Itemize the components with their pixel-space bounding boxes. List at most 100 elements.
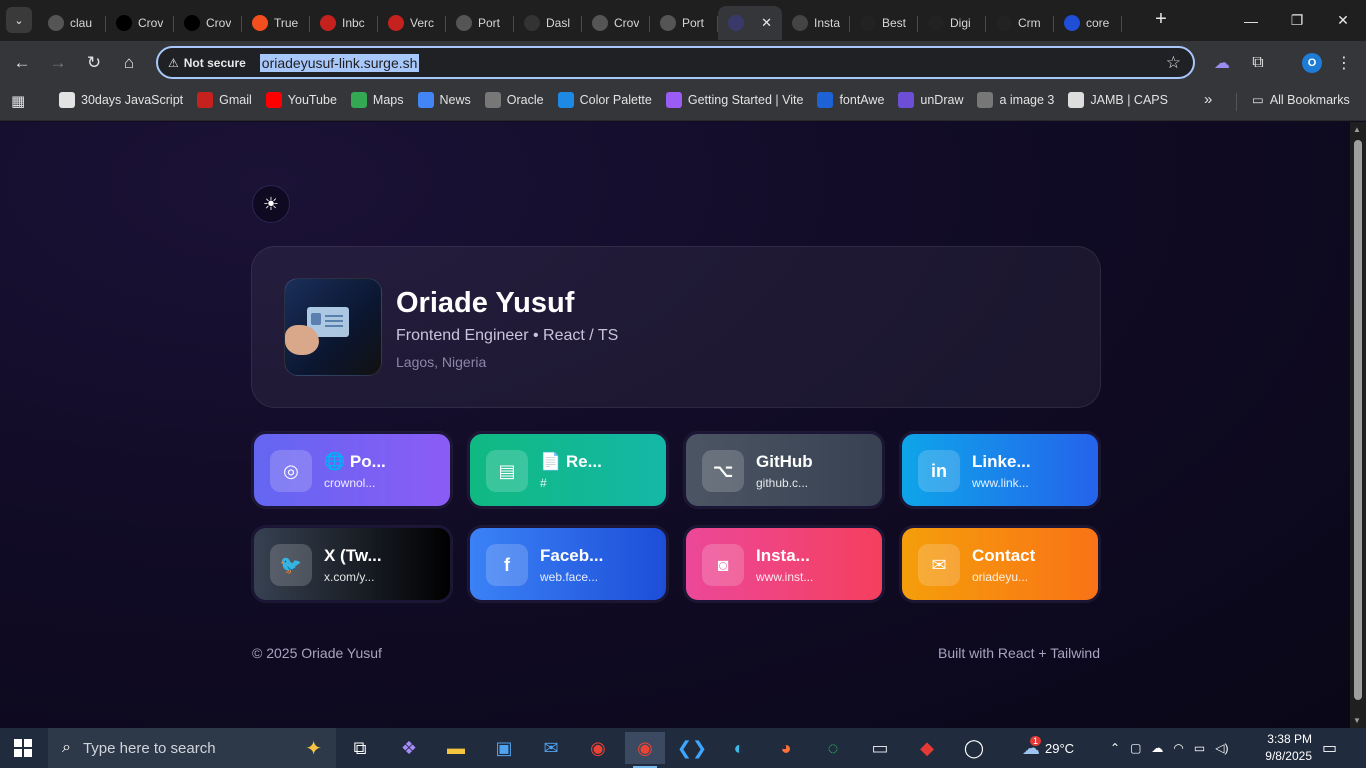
profile-card: Oriade Yusuf Frontend Engineer • React /… [251, 246, 1101, 408]
copilot-sparkle-icon[interactable]: ✦ [305, 736, 322, 761]
bookmark-item[interactable]: News [417, 92, 471, 108]
vscode-icon[interactable]: ❮❯ [672, 732, 712, 764]
tab-title: True [274, 15, 299, 30]
notification-icon[interactable]: ▭ [1322, 738, 1337, 758]
browser-tab[interactable]: Port [650, 6, 718, 40]
reload-button[interactable]: ↻ [81, 50, 107, 76]
link-card[interactable]: ▤ 📄 Re... # [468, 432, 668, 508]
taskbar-search[interactable]: ⌕ Type here to search ✦ [48, 728, 336, 768]
theme-toggle-button[interactable]: ☀ [252, 185, 290, 223]
bookmark-star-icon[interactable]: ☆ [1166, 53, 1181, 73]
link-card[interactable]: ◎ 🌐 Po... crownol... [252, 432, 452, 508]
bookmark-label: Oracle [506, 93, 544, 107]
bookmark-item[interactable]: YouTube [265, 92, 337, 108]
new-tab-button[interactable]: + [1152, 9, 1170, 31]
chrome-icon[interactable]: ◉ [578, 732, 618, 764]
whatsapp-icon[interactable]: ◌ [813, 732, 853, 764]
home-button[interactable]: ⌂ [116, 50, 142, 76]
tab-search-button[interactable]: ⌄ [6, 7, 32, 33]
address-bar[interactable]: ⚠ Not secure oriadeyusuf-link.surge.sh ☆ [156, 46, 1195, 79]
firefox-icon[interactable]: ◕ [766, 732, 806, 764]
link-card[interactable]: 🐦 X (Tw... x.com/y... [252, 526, 452, 602]
wifi-icon[interactable]: ◠ [1173, 741, 1183, 755]
scrollbar-thumb[interactable] [1354, 140, 1362, 700]
volume-icon[interactable]: ◁) [1215, 741, 1228, 755]
browser-tab[interactable]: Best [850, 6, 918, 40]
tab-title: Best [882, 15, 907, 30]
menu-kebab-icon[interactable]: ⋮ [1334, 50, 1354, 76]
browser-tab[interactable]: Port [446, 6, 514, 40]
browser-tab[interactable]: core [1054, 6, 1122, 40]
globe-icon: ◎ [270, 450, 312, 492]
link-card[interactable]: ✉ Contact oriadeyu... [900, 526, 1100, 602]
site-icon [1064, 14, 1080, 31]
link-card[interactable]: ⌥ GitHub github.c... [684, 432, 884, 508]
browser-tab[interactable]: Inbc [310, 6, 378, 40]
browser-tab[interactable]: Insta [782, 6, 850, 40]
browser-tab[interactable]: Crov [106, 6, 174, 40]
profile-avatar[interactable]: O [1300, 50, 1324, 76]
minimize-button[interactable]: — [1228, 0, 1274, 41]
network-blocked-icon[interactable]: ☁ [1151, 741, 1163, 755]
device-icon[interactable]: ▢ [1130, 741, 1141, 755]
forward-button[interactable]: → [45, 50, 71, 76]
close-window-button[interactable]: ✕ [1320, 0, 1366, 41]
extension-icon[interactable]: ☁ [1210, 50, 1234, 76]
extensions-puzzle-icon[interactable]: ⧉ [1246, 50, 1270, 76]
tab-title: Digi [950, 15, 971, 30]
scroll-up-icon[interactable]: ▲ [1353, 125, 1361, 134]
chrome-active-icon[interactable]: ◉ [625, 732, 665, 768]
back-button[interactable]: ← [9, 50, 35, 76]
bookmark-item[interactable]: Getting Started | Vite [665, 92, 803, 108]
apps-grid-icon[interactable]: ▦ [11, 92, 29, 110]
browser-tab[interactable]: clau [38, 6, 106, 40]
maximize-button[interactable]: ❐ [1274, 0, 1320, 41]
security-indicator[interactable]: ⚠ Not secure [168, 56, 246, 70]
battery-icon[interactable]: ▭ [1194, 741, 1205, 755]
bookmark-item[interactable]: fontAwe [817, 92, 884, 108]
browser-tab[interactable]: Verc [378, 6, 446, 40]
bookmark-item[interactable]: Color Palette [557, 92, 652, 108]
link-card[interactable]: ◙ Insta... www.inst... [684, 526, 884, 602]
scroll-down-icon[interactable]: ▼ [1353, 716, 1361, 725]
browser-tab[interactable]: Crov [174, 6, 242, 40]
github-icon [116, 14, 132, 31]
edge-icon[interactable]: ◐ [719, 732, 759, 764]
profile-role: Frontend Engineer • React / TS [396, 327, 619, 344]
linkedin-icon: in [918, 450, 960, 492]
more-bookmarks-icon[interactable]: » [1204, 91, 1212, 108]
chevron-up-icon[interactable]: ⌃ [1110, 741, 1120, 755]
page-scrollbar[interactable]: ▲ ▼ [1350, 122, 1366, 728]
app-icon[interactable]: ◆ [907, 732, 947, 764]
browser-tab[interactable]: Dasl [514, 6, 582, 40]
youtube-icon [265, 92, 282, 108]
bookmark-item[interactable]: Maps [350, 92, 404, 108]
url-text[interactable]: oriadeyusuf-link.surge.sh [259, 53, 420, 72]
bookmark-item[interactable]: 30days JavaScript [59, 92, 183, 108]
link-card[interactable]: in Linke... www.link... [900, 432, 1100, 508]
file-explorer-icon[interactable]: ▬ [436, 732, 476, 764]
weather-widget[interactable]: ☁ 1 29°C [1022, 728, 1074, 768]
clock[interactable]: 3:38 PM 9/8/2025 [1256, 731, 1312, 765]
app-ring-icon[interactable]: ◯ [954, 732, 994, 764]
browser-tab[interactable]: Crm [986, 6, 1054, 40]
browser-tab[interactable]: Crov [582, 6, 650, 40]
facebook-icon: f [486, 544, 528, 586]
browser-tab[interactable]: ✕ [718, 5, 782, 40]
bookmark-item[interactable]: a image 3 [977, 92, 1054, 108]
task-view-icon[interactable]: ⧉ [340, 732, 380, 764]
close-tab-icon[interactable]: ✕ [761, 15, 772, 31]
bookmark-item[interactable]: Gmail [197, 92, 252, 108]
browser-tab[interactable]: Digi [918, 6, 986, 40]
bookmark-item[interactable]: JAMB | CAPS [1068, 92, 1168, 108]
link-card[interactable]: f Faceb... web.face... [468, 526, 668, 602]
bookmark-item[interactable]: unDraw [898, 92, 963, 108]
all-bookmarks-button[interactable]: ▭ All Bookmarks [1252, 92, 1350, 108]
store-icon[interactable]: ▣ [484, 732, 524, 764]
mail-icon[interactable]: ✉ [531, 732, 571, 764]
terminal-icon[interactable]: ▭ [860, 732, 900, 764]
browser-tab[interactable]: True [242, 6, 310, 40]
copilot-icon[interactable]: ❖ [389, 732, 429, 764]
windows-start-icon[interactable] [14, 739, 32, 757]
bookmark-item[interactable]: Oracle [484, 92, 544, 108]
